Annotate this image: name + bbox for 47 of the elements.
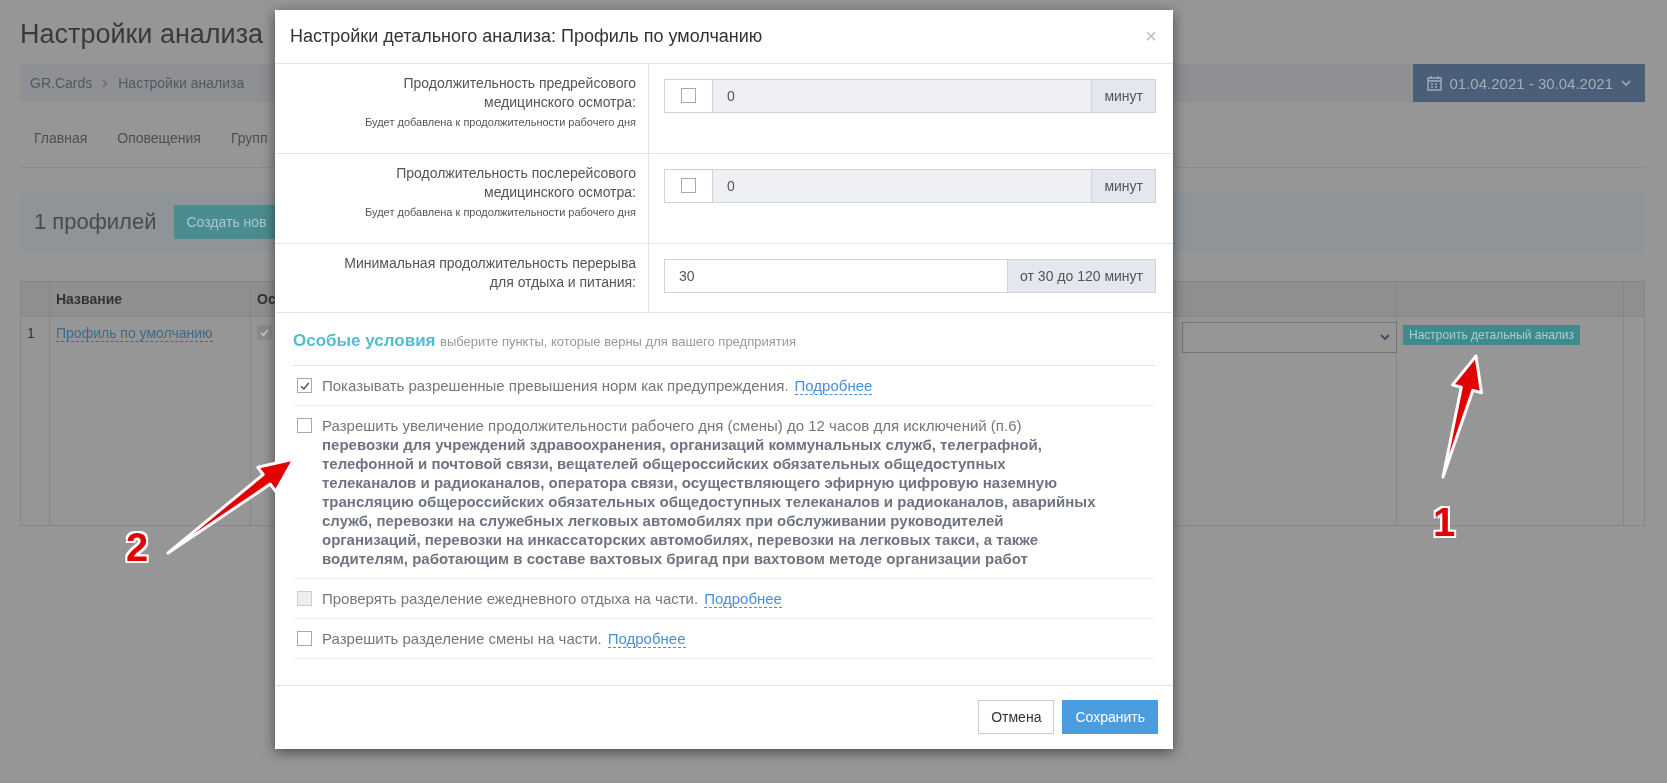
arrow-icon — [1441, 354, 1483, 479]
select-field[interactable] — [1182, 322, 1397, 353]
unit-label: минут — [1092, 169, 1156, 203]
input-field[interactable]: 30 — [664, 259, 1009, 293]
chevron-down-icon — [1621, 79, 1631, 87]
annotation-number: 1 — [1433, 500, 1456, 545]
profile-link[interactable]: Профиль по умолчанию — [56, 325, 213, 342]
option-text: Разрешить увеличение продолжительности рабочего дня (смены) до 12 часов для исключений (п.6) перевозки для учреждений здравоохранения, организаций коммунальных служб, телеграфной, телефонной и почтовой связи, вещателей общероссийских обязательных общедоступных телеканалов и радиоканалов, оператора связи, осуществляющего эфирную цифровую наземную трансляцию общероссийских обязательных общедоступных телеканалов и радиоканалов, аварийных служб, перевозки на служебных легковых автомобилях при обслуживании руководителей организаций, перевозки на инкассаторских автомобилях, перевозки на легковых такси, а также водителям, работающим в составе вахтовых бригад при вахтовом методе организации работ — [322, 417, 1096, 567]
nav-tab[interactable]: Оповещения — [117, 127, 201, 149]
check-icon — [259, 327, 270, 338]
field-label: Продолжительность предрейсового медицинского осмотра: — [402, 74, 636, 112]
date-range-button[interactable]: 01.04.2021 - 30.04.2021 — [1412, 64, 1645, 102]
column-header: Название — [49, 281, 251, 317]
chevron-right-icon — [102, 78, 109, 88]
field-hint: Будет добавлена к продолжительности рабочего дня — [365, 116, 636, 128]
annotation-number: 2 — [126, 525, 149, 570]
table-cell: 1 — [20, 316, 50, 526]
section-title: Особые условия — [293, 331, 436, 350]
nav-tab[interactable]: Групп — [230, 127, 268, 149]
checkbox[interactable] — [681, 178, 696, 193]
checkbox[interactable] — [297, 378, 312, 393]
checkbox[interactable] — [681, 88, 696, 103]
unit-label: минут — [1092, 79, 1156, 113]
dialog-title: Настройки детального анализа: Профиль по умолчанию — [290, 26, 763, 47]
chevron-down-icon — [1380, 334, 1390, 341]
nav-tab[interactable]: Главная — [34, 127, 88, 149]
option-text: Проверять разделение ежедневного отдыха на части. — [322, 590, 699, 607]
calendar-icon — [1426, 75, 1442, 91]
checkbox[interactable] — [257, 325, 272, 340]
option-text: Разрешить разделение смены на части. — [322, 630, 602, 647]
field-label: Продолжительность послерейсового медицинского осмотра: — [395, 164, 636, 202]
field-hint: Будет добавлена к продолжительности рабочего дня — [365, 206, 636, 218]
checkbox[interactable] — [297, 631, 312, 646]
configure-button[interactable]: Настроить детальный анализ — [1403, 325, 1580, 345]
save-button[interactable]: Сохранить — [1062, 700, 1158, 734]
cancel-button[interactable]: Отмена — [978, 700, 1055, 734]
breadcrumb-link[interactable]: Настройки анализа — [118, 75, 245, 91]
page-title: Настройки анализа — [20, 19, 264, 51]
profiles-count: 1 профилей — [34, 209, 157, 235]
details-link[interactable]: Подробнее — [607, 630, 686, 648]
unit-label: от 30 до 120 минут — [1008, 259, 1156, 293]
checkbox[interactable] — [297, 418, 312, 433]
details-link[interactable]: Подробнее — [794, 377, 873, 395]
close-button[interactable]: × — [1145, 25, 1157, 48]
option-text: Показывать разрешенные превышения норм как предупреждения. — [322, 377, 789, 394]
section-subtitle: выберите пункты, которые верны для вашего предприятия — [440, 334, 796, 349]
breadcrumb-link[interactable]: GR.Cards — [30, 75, 93, 91]
